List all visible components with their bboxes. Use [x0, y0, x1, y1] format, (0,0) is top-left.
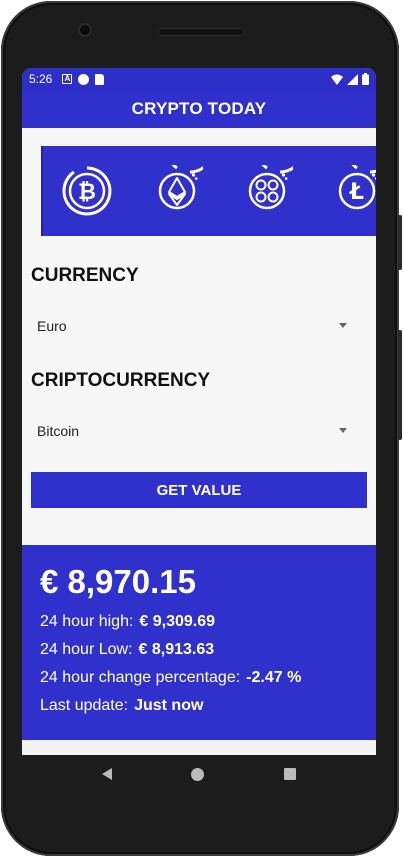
low-label: 24 hour Low:: [40, 641, 133, 658]
recents-icon[interactable]: [284, 768, 297, 780]
change-label: 24 hour change percentage:: [40, 669, 241, 686]
currency-select[interactable]: Euro: [31, 306, 367, 346]
chevron-down-icon: [339, 428, 347, 433]
bitcoin-icon[interactable]: ₿: [61, 165, 113, 217]
currency-label: CURRENCY: [31, 265, 139, 286]
change-row: 24 hour change percentage: -2.47 %: [40, 669, 376, 687]
sd-card-icon: [95, 73, 105, 85]
front-camera: [80, 25, 90, 35]
update-value: Just now: [134, 697, 204, 714]
currency-value: Euro: [37, 318, 67, 334]
high-row: 24 hour high: € 9,309.69: [40, 613, 376, 631]
chevron-down-icon: [339, 323, 347, 328]
svg-text:Ł: Ł: [349, 180, 364, 205]
home-icon[interactable]: [191, 767, 205, 781]
svg-text:₿: ₿: [78, 180, 96, 205]
circle-notification-icon: [78, 73, 90, 85]
high-value: € 9,309.69: [139, 613, 216, 630]
high-label: 24 hour high:: [40, 613, 134, 630]
result-panel: € 8,970.15 24 hour high: € 9,309.69 24 ho…: [22, 545, 376, 740]
crypto-value: Bitcoin: [37, 423, 80, 439]
litecoin-icon[interactable]: Ł: [331, 165, 376, 217]
price-value: € 8,970.15: [40, 563, 196, 600]
signal-icon: [347, 73, 358, 85]
bottom-strip: [22, 740, 376, 755]
wifi-icon: [331, 74, 343, 85]
crypto-select[interactable]: Bitcoin: [31, 411, 367, 451]
update-label: Last update:: [40, 697, 129, 714]
back-icon[interactable]: [101, 768, 112, 780]
app-title: CRYPTO TODAY: [131, 99, 267, 118]
volume-button: [398, 215, 402, 270]
status-right: [331, 73, 369, 85]
low-value: € 8,913.63: [138, 641, 215, 658]
navigation-bar: [22, 755, 376, 793]
status-bar: 5:26 A: [22, 68, 376, 90]
crypto-label: CRIPTOCURRENCY: [31, 370, 211, 391]
low-row: 24 hour Low: € 8,913.63: [40, 641, 376, 659]
earpiece-speaker: [158, 28, 244, 36]
app-bar: CRYPTO TODAY: [22, 90, 376, 128]
ripple-icon[interactable]: [241, 165, 293, 217]
screen: 5:26 A CRYPTO TODAY ₿ Ł CURRENCY Euro CR…: [22, 68, 376, 755]
status-time: 5:26: [29, 72, 53, 86]
update-row: Last update: Just now: [40, 697, 376, 715]
a-notification-icon: A: [62, 74, 73, 84]
change-value: -2.47 %: [246, 669, 302, 686]
ethereum-icon[interactable]: [151, 165, 203, 217]
power-button: [398, 330, 402, 440]
coin-carousel[interactable]: ₿ Ł: [41, 146, 376, 236]
get-value-button[interactable]: GET VALUE: [31, 472, 367, 508]
battery-icon: [362, 73, 369, 85]
